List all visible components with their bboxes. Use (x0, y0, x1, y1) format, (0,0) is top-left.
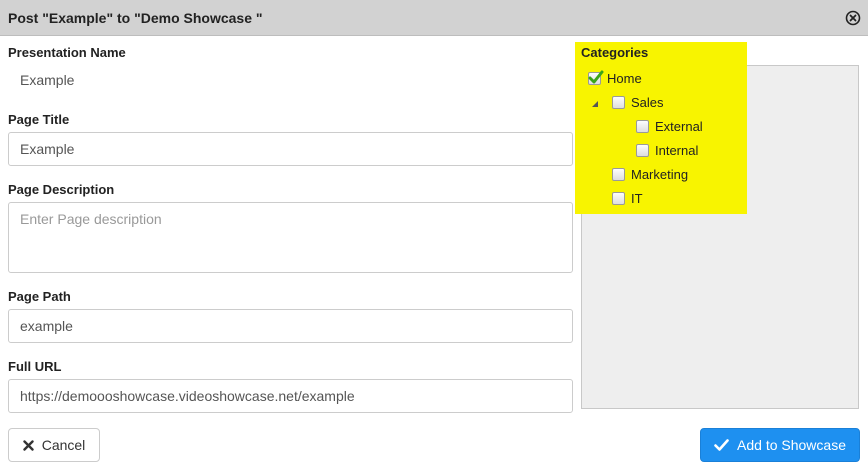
dialog-titlebar: Post "Example" to "Demo Showcase " (0, 0, 868, 36)
tree-node-label: Home (607, 70, 642, 86)
expand-triangle-icon[interactable] (590, 96, 600, 107)
tree-node-sales[interactable]: Sales (612, 93, 664, 111)
tree-node-it[interactable]: IT (612, 189, 643, 207)
tree-node-home[interactable]: Home (588, 69, 642, 87)
tree-node-label: Sales (631, 94, 664, 110)
checkmark-icon (714, 439, 729, 451)
full-url-input[interactable] (8, 379, 573, 413)
dialog-title: Post "Example" to "Demo Showcase " (8, 10, 263, 26)
checkbox-icon[interactable] (636, 119, 649, 133)
checkbox-checked-icon[interactable] (588, 70, 604, 85)
page-path-input[interactable] (8, 309, 573, 343)
page-description-label: Page Description (8, 182, 115, 197)
page-path-label: Page Path (8, 289, 71, 304)
full-url-label: Full URL (8, 359, 62, 374)
presentation-name-label: Presentation Name (8, 45, 126, 60)
tree-node-marketing[interactable]: Marketing (612, 165, 688, 183)
add-to-showcase-button[interactable]: Add to Showcase (700, 428, 860, 462)
page-title-input[interactable] (8, 132, 573, 166)
checkbox-icon[interactable] (612, 191, 625, 205)
presentation-name-value: Example (20, 72, 75, 88)
checkbox-icon[interactable] (636, 143, 649, 157)
checkbox-icon[interactable] (612, 95, 625, 109)
close-icon[interactable] (845, 10, 861, 26)
add-to-showcase-label: Add to Showcase (737, 437, 846, 453)
checkbox-icon[interactable] (612, 167, 625, 181)
categories-label: Categories (581, 45, 649, 60)
tree-node-label: Marketing (631, 166, 689, 182)
page-description-input[interactable] (8, 202, 573, 273)
page-title-label: Page Title (8, 112, 70, 127)
cancel-button-label: Cancel (41, 437, 86, 453)
tree-node-internal[interactable]: Internal (636, 141, 698, 159)
tree-node-label: Internal (655, 142, 699, 158)
tree-node-external[interactable]: External (636, 117, 703, 135)
cancel-button[interactable]: Cancel (8, 428, 100, 462)
tree-node-label: External (655, 118, 703, 134)
tree-node-label: IT (631, 190, 643, 206)
x-icon (23, 439, 34, 451)
categories-highlight-inner (581, 65, 747, 214)
